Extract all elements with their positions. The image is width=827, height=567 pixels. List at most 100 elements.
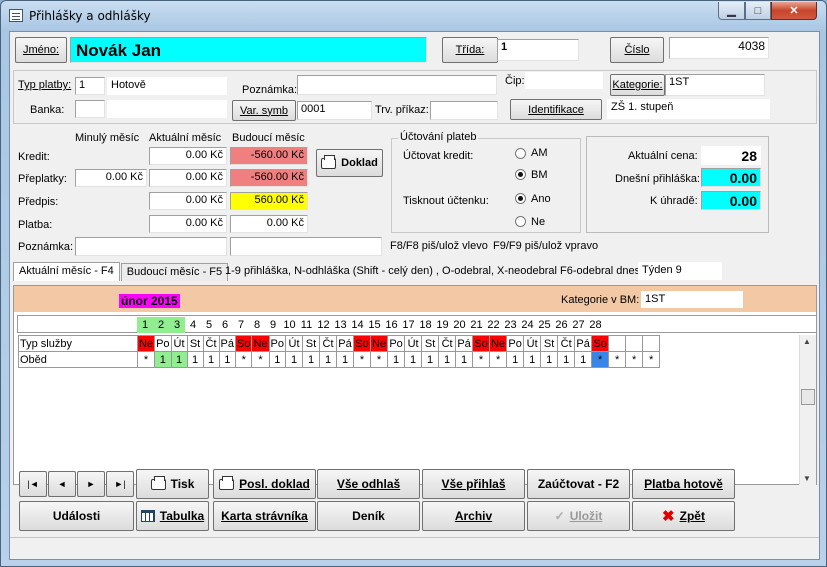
- meal-cell-extra[interactable]: *: [625, 351, 644, 368]
- weekday-cell: Po: [154, 335, 172, 352]
- status-bar: [10, 537, 819, 559]
- weekday-cell: Po: [268, 335, 287, 352]
- archive-button[interactable]: Archiv: [422, 501, 525, 531]
- meal-cell[interactable]: 1: [574, 351, 593, 368]
- meal-cell[interactable]: *: [234, 351, 253, 368]
- meal-cell[interactable]: 1: [336, 351, 354, 368]
- unsubscribe-all-button[interactable]: Vše odhlaš: [317, 469, 420, 499]
- meal-cell[interactable]: 1: [285, 351, 303, 368]
- overpay-curr[interactable]: 0.00 Kč: [149, 169, 227, 187]
- category-button[interactable]: Kategorie:: [610, 74, 665, 96]
- bank-code[interactable]: [75, 100, 105, 118]
- class-button[interactable]: Třída:: [442, 37, 498, 63]
- weekday-cell-empty: [625, 335, 644, 352]
- meal-cell[interactable]: 1: [506, 351, 525, 368]
- identification-button[interactable]: Identifikace: [510, 99, 602, 120]
- payment-curr[interactable]: 0.00 Kč: [149, 215, 227, 233]
- payment-type-label[interactable]: Typ platby:: [18, 79, 71, 91]
- varsym-button[interactable]: Var. symb: [232, 100, 296, 121]
- scroll-down-icon[interactable]: ▼: [803, 474, 811, 483]
- radio-am[interactable]: [515, 148, 526, 159]
- prescription-curr[interactable]: 0.00 Kč: [149, 192, 227, 210]
- title-bar: Přihlášky a odhlášky ▁ □ ✕: [1, 1, 826, 31]
- calendar-scrollbar[interactable]: ▲ ▼: [799, 335, 816, 485]
- prev-record-button[interactable]: ◄: [48, 471, 76, 497]
- next-record-button[interactable]: ►: [77, 471, 105, 497]
- meal-cell[interactable]: 1: [154, 351, 172, 368]
- name-field[interactable]: Novák Jan: [70, 37, 427, 63]
- meal-cell[interactable]: *: [136, 351, 156, 368]
- meal-cell-extra[interactable]: *: [642, 351, 661, 368]
- meal-cell[interactable]: *: [251, 351, 270, 368]
- maximize-button[interactable]: □: [745, 2, 771, 20]
- doklad-button[interactable]: Doklad: [316, 149, 383, 177]
- back-button[interactable]: ✖ Zpět: [632, 501, 735, 531]
- meal-cell[interactable]: 1: [268, 351, 287, 368]
- bank-name: [107, 100, 227, 118]
- overpay-prev[interactable]: 0.00 Kč: [75, 169, 147, 187]
- meal-cell[interactable]: *: [369, 351, 389, 368]
- number-button[interactable]: Číslo: [610, 37, 664, 63]
- day-number: 8: [253, 319, 261, 331]
- first-record-button[interactable]: |◄: [19, 471, 47, 497]
- meal-cell[interactable]: *: [591, 351, 610, 368]
- meal-cell[interactable]: 1: [302, 351, 320, 368]
- meal-cell[interactable]: 1: [202, 351, 220, 368]
- meal-cell[interactable]: 1: [186, 351, 204, 368]
- minimize-button[interactable]: ▁: [718, 2, 745, 20]
- weekday-cell: Pá: [218, 335, 237, 352]
- name-button[interactable]: Jméno:: [15, 37, 67, 63]
- meal-cell[interactable]: 1: [438, 351, 457, 368]
- meal-cell[interactable]: 1: [421, 351, 440, 368]
- meal-cell-extra[interactable]: *: [608, 351, 627, 368]
- credit-next[interactable]: -560.00 Kč: [230, 147, 308, 165]
- overpay-next[interactable]: -560.00 Kč: [230, 169, 308, 187]
- post-button[interactable]: Zaúčtovat - F2: [527, 469, 630, 499]
- meal-cell[interactable]: *: [489, 351, 508, 368]
- meal-cell[interactable]: *: [472, 351, 491, 368]
- meal-cell[interactable]: 1: [455, 351, 474, 368]
- close-button[interactable]: ✕: [771, 2, 817, 20]
- payment-next[interactable]: 0.00 Kč: [230, 215, 308, 233]
- meal-cell[interactable]: 1: [404, 351, 423, 368]
- tab-future-month[interactable]: Budoucí měsíc - F5: [120, 263, 229, 281]
- number-field[interactable]: 4038: [669, 37, 769, 59]
- diary-button[interactable]: Deník: [317, 501, 420, 531]
- finance-note-next[interactable]: [230, 237, 382, 256]
- day-number: 12: [317, 319, 330, 331]
- save-button[interactable]: ✓ Uložit: [527, 501, 630, 531]
- table-button[interactable]: Tabulka: [136, 501, 209, 531]
- prescription-next[interactable]: 560.00 Kč: [230, 192, 308, 210]
- credit-curr[interactable]: 0.00 Kč: [149, 147, 227, 165]
- meal-cell[interactable]: *: [353, 351, 371, 368]
- day-number: 5: [205, 319, 213, 331]
- finance-note-curr[interactable]: [75, 237, 227, 256]
- print-button[interactable]: Tisk: [136, 469, 209, 499]
- scroll-thumb[interactable]: [801, 389, 815, 405]
- meal-cell[interactable]: 1: [540, 351, 559, 368]
- meal-cell[interactable]: 1: [218, 351, 237, 368]
- category-field[interactable]: 1ST: [665, 74, 765, 96]
- scroll-up-icon[interactable]: ▲: [803, 337, 811, 346]
- trvprikaz-field[interactable]: [430, 101, 498, 120]
- meal-cell[interactable]: 1: [523, 351, 542, 368]
- last-record-button[interactable]: ►|: [106, 471, 134, 497]
- radio-yes[interactable]: [515, 193, 526, 204]
- events-button[interactable]: Události: [19, 501, 134, 531]
- meal-cell[interactable]: 1: [387, 351, 406, 368]
- radio-no[interactable]: [515, 216, 526, 227]
- meal-cell[interactable]: 1: [319, 351, 337, 368]
- note-field[interactable]: [297, 75, 497, 95]
- radio-bm[interactable]: [515, 169, 526, 180]
- last-doc-button[interactable]: Posl. doklad: [213, 469, 316, 499]
- pay-cash-button[interactable]: Platba hotově: [632, 469, 735, 499]
- varsym-field[interactable]: 0001: [297, 101, 372, 120]
- meal-cell[interactable]: 1: [557, 351, 576, 368]
- weekday-cell: Út: [170, 335, 188, 352]
- subscribe-all-button[interactable]: Vše přihlaš: [422, 469, 525, 499]
- class-field[interactable]: 1: [497, 39, 579, 61]
- card-button[interactable]: Karta strávníka: [213, 501, 316, 531]
- payment-type-code[interactable]: 1: [75, 77, 105, 95]
- tab-current-month[interactable]: Aktuální měsíc - F4: [13, 262, 120, 281]
- meal-cell[interactable]: 1: [170, 351, 188, 368]
